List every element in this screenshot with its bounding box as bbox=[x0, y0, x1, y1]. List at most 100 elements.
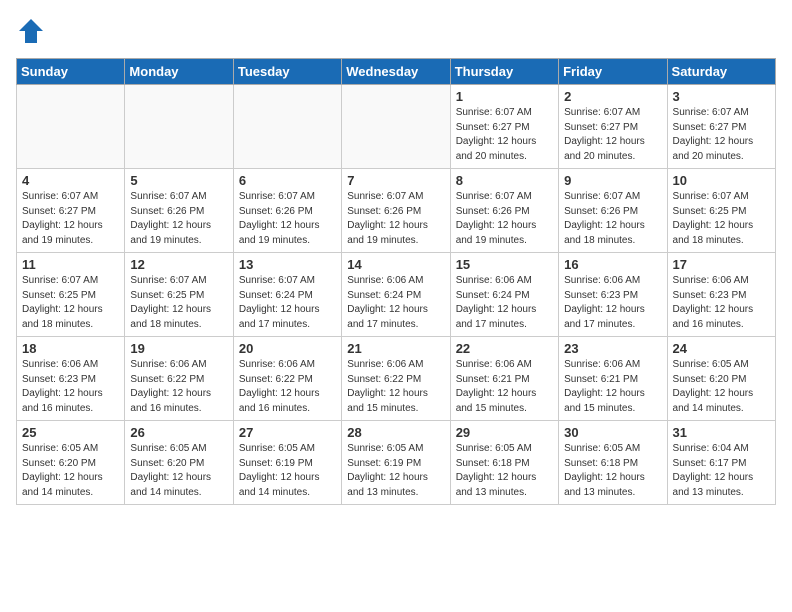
col-header-wednesday: Wednesday bbox=[342, 59, 450, 85]
day-info: Sunrise: 6:07 AM Sunset: 6:27 PM Dayligh… bbox=[564, 106, 661, 164]
calendar-cell: 26Sunrise: 6:05 AM Sunset: 6:20 PM Dayli… bbox=[125, 421, 233, 505]
calendar-cell: 23 Sunrise: 6:06 AM Sunset: 6:21 PM Dayli… bbox=[559, 337, 667, 421]
calendar-cell: 19 Sunrise: 6:06 AM Sunset: 6:22 PM Dayli… bbox=[125, 337, 233, 421]
day-number: 3 bbox=[673, 89, 770, 104]
day-number: 6 bbox=[239, 173, 336, 188]
calendar-cell bbox=[17, 85, 125, 169]
calendar-cell: 15 Sunrise: 6:06 AM Sunset: 6:24 PM Dayli… bbox=[450, 253, 558, 337]
day-number: 13 bbox=[239, 257, 336, 272]
day-number: 31 bbox=[673, 425, 770, 440]
day-number: 11 bbox=[22, 257, 119, 272]
col-header-sunday: Sunday bbox=[17, 59, 125, 85]
calendar-cell: 18 Sunrise: 6:06 AM Sunset: 6:23 PM Dayli… bbox=[17, 337, 125, 421]
calendar-cell: 11 Sunrise: 6:07 AM Sunset: 6:25 PM Dayli… bbox=[17, 253, 125, 337]
day-info: Sunrise: 6:07 AM Sunset: 6:24 PM Dayligh… bbox=[239, 274, 336, 332]
calendar-header-row: SundayMondayTuesdayWednesdayThursdayFrid… bbox=[17, 59, 776, 85]
day-info: Sunrise: 6:06 AM Sunset: 6:22 PM Dayligh… bbox=[130, 358, 227, 416]
calendar-cell: 2 Sunrise: 6:07 AM Sunset: 6:27 PM Daylig… bbox=[559, 85, 667, 169]
calendar-cell: 31Sunrise: 6:04 AM Sunset: 6:17 PM Dayli… bbox=[667, 421, 775, 505]
day-number: 28 bbox=[347, 425, 444, 440]
calendar-cell: 28 Sunrise: 6:05 AM Sunset: 6:19 PM Dayli… bbox=[342, 421, 450, 505]
day-number: 5 bbox=[130, 173, 227, 188]
day-info: Sunrise: 6:06 AM Sunset: 6:21 PM Dayligh… bbox=[564, 358, 661, 416]
day-number: 12 bbox=[130, 257, 227, 272]
day-info: Sunrise: 6:07 AM Sunset: 6:25 PM Dayligh… bbox=[130, 274, 227, 332]
day-number: 8 bbox=[456, 173, 553, 188]
day-info: Sunrise: 6:07 AM Sunset: 6:25 PM Dayligh… bbox=[22, 274, 119, 332]
day-info: Sunrise: 6:05 AM Sunset: 6:20 PM Dayligh… bbox=[22, 442, 119, 500]
day-info: Sunrise: 6:07 AM Sunset: 6:25 PM Dayligh… bbox=[673, 190, 770, 248]
calendar-cell: 4Sunrise: 6:07 AM Sunset: 6:27 PM Daylig… bbox=[17, 169, 125, 253]
calendar-cell bbox=[233, 85, 341, 169]
calendar-cell: 10Sunrise: 6:07 AM Sunset: 6:25 PM Dayli… bbox=[667, 169, 775, 253]
calendar-cell: 13 Sunrise: 6:07 AM Sunset: 6:24 PM Dayli… bbox=[233, 253, 341, 337]
day-info: Sunrise: 6:05 AM Sunset: 6:19 PM Dayligh… bbox=[239, 442, 336, 500]
day-info: Sunrise: 6:06 AM Sunset: 6:23 PM Dayligh… bbox=[564, 274, 661, 332]
calendar-cell: 21 Sunrise: 6:06 AM Sunset: 6:22 PM Dayli… bbox=[342, 337, 450, 421]
calendar-cell: 9 Sunrise: 6:07 AM Sunset: 6:26 PM Daylig… bbox=[559, 169, 667, 253]
week-row-2: 4Sunrise: 6:07 AM Sunset: 6:27 PM Daylig… bbox=[17, 169, 776, 253]
col-header-thursday: Thursday bbox=[450, 59, 558, 85]
day-number: 22 bbox=[456, 341, 553, 356]
calendar-cell: 29 Sunrise: 6:05 AM Sunset: 6:18 PM Dayli… bbox=[450, 421, 558, 505]
week-row-5: 25 Sunrise: 6:05 AM Sunset: 6:20 PM Dayli… bbox=[17, 421, 776, 505]
calendar-cell: 6Sunrise: 6:07 AM Sunset: 6:26 PM Daylig… bbox=[233, 169, 341, 253]
page-header bbox=[16, 16, 776, 46]
calendar-cell: 27 Sunrise: 6:05 AM Sunset: 6:19 PM Dayli… bbox=[233, 421, 341, 505]
day-number: 30 bbox=[564, 425, 661, 440]
day-number: 2 bbox=[564, 89, 661, 104]
day-number: 25 bbox=[22, 425, 119, 440]
day-number: 9 bbox=[564, 173, 661, 188]
day-number: 20 bbox=[239, 341, 336, 356]
day-info: Sunrise: 6:07 AM Sunset: 6:27 PM Dayligh… bbox=[456, 106, 553, 164]
day-info: Sunrise: 6:07 AM Sunset: 6:27 PM Dayligh… bbox=[673, 106, 770, 164]
calendar-cell: 20 Sunrise: 6:06 AM Sunset: 6:22 PM Dayli… bbox=[233, 337, 341, 421]
day-number: 26 bbox=[130, 425, 227, 440]
day-info: Sunrise: 6:05 AM Sunset: 6:20 PM Dayligh… bbox=[673, 358, 770, 416]
day-info: Sunrise: 6:06 AM Sunset: 6:23 PM Dayligh… bbox=[673, 274, 770, 332]
col-header-friday: Friday bbox=[559, 59, 667, 85]
calendar-cell: 24 Sunrise: 6:05 AM Sunset: 6:20 PM Dayli… bbox=[667, 337, 775, 421]
day-info: Sunrise: 6:06 AM Sunset: 6:24 PM Dayligh… bbox=[456, 274, 553, 332]
week-row-4: 18 Sunrise: 6:06 AM Sunset: 6:23 PM Dayli… bbox=[17, 337, 776, 421]
day-info: Sunrise: 6:06 AM Sunset: 6:21 PM Dayligh… bbox=[456, 358, 553, 416]
calendar-cell: 12 Sunrise: 6:07 AM Sunset: 6:25 PM Dayli… bbox=[125, 253, 233, 337]
calendar-cell: 7Sunrise: 6:07 AM Sunset: 6:26 PM Daylig… bbox=[342, 169, 450, 253]
day-info: Sunrise: 6:05 AM Sunset: 6:19 PM Dayligh… bbox=[347, 442, 444, 500]
calendar-cell: 16Sunrise: 6:06 AM Sunset: 6:23 PM Dayli… bbox=[559, 253, 667, 337]
calendar-cell: 3 Sunrise: 6:07 AM Sunset: 6:27 PM Daylig… bbox=[667, 85, 775, 169]
day-number: 18 bbox=[22, 341, 119, 356]
day-number: 23 bbox=[564, 341, 661, 356]
col-header-tuesday: Tuesday bbox=[233, 59, 341, 85]
day-number: 14 bbox=[347, 257, 444, 272]
calendar-cell: 8 Sunrise: 6:07 AM Sunset: 6:26 PM Daylig… bbox=[450, 169, 558, 253]
day-info: Sunrise: 6:06 AM Sunset: 6:22 PM Dayligh… bbox=[239, 358, 336, 416]
day-info: Sunrise: 6:05 AM Sunset: 6:18 PM Dayligh… bbox=[456, 442, 553, 500]
day-info: Sunrise: 6:06 AM Sunset: 6:23 PM Dayligh… bbox=[22, 358, 119, 416]
day-number: 27 bbox=[239, 425, 336, 440]
calendar-cell: 25 Sunrise: 6:05 AM Sunset: 6:20 PM Dayli… bbox=[17, 421, 125, 505]
calendar-cell: 17 Sunrise: 6:06 AM Sunset: 6:23 PM Dayli… bbox=[667, 253, 775, 337]
logo-icon bbox=[16, 16, 46, 46]
logo bbox=[16, 16, 48, 46]
day-info: Sunrise: 6:06 AM Sunset: 6:24 PM Dayligh… bbox=[347, 274, 444, 332]
calendar-cell: 14 Sunrise: 6:06 AM Sunset: 6:24 PM Dayli… bbox=[342, 253, 450, 337]
calendar-table: SundayMondayTuesdayWednesdayThursdayFrid… bbox=[16, 58, 776, 505]
day-number: 17 bbox=[673, 257, 770, 272]
day-info: Sunrise: 6:07 AM Sunset: 6:26 PM Dayligh… bbox=[347, 190, 444, 248]
day-info: Sunrise: 6:06 AM Sunset: 6:22 PM Dayligh… bbox=[347, 358, 444, 416]
day-number: 21 bbox=[347, 341, 444, 356]
day-number: 24 bbox=[673, 341, 770, 356]
calendar-cell bbox=[125, 85, 233, 169]
day-info: Sunrise: 6:07 AM Sunset: 6:26 PM Dayligh… bbox=[456, 190, 553, 248]
col-header-saturday: Saturday bbox=[667, 59, 775, 85]
week-row-3: 11 Sunrise: 6:07 AM Sunset: 6:25 PM Dayli… bbox=[17, 253, 776, 337]
day-number: 29 bbox=[456, 425, 553, 440]
day-info: Sunrise: 6:07 AM Sunset: 6:27 PM Dayligh… bbox=[22, 190, 119, 248]
day-number: 19 bbox=[130, 341, 227, 356]
calendar-cell bbox=[342, 85, 450, 169]
day-number: 1 bbox=[456, 89, 553, 104]
day-number: 15 bbox=[456, 257, 553, 272]
day-info: Sunrise: 6:07 AM Sunset: 6:26 PM Dayligh… bbox=[564, 190, 661, 248]
calendar-cell: 5Sunrise: 6:07 AM Sunset: 6:26 PM Daylig… bbox=[125, 169, 233, 253]
